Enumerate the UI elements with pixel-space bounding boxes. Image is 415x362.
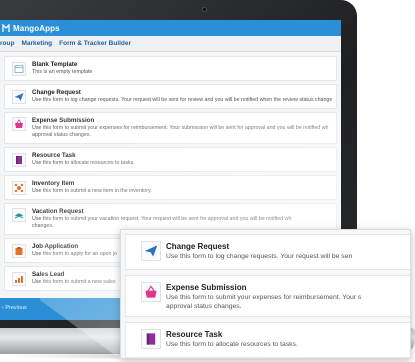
zoom-title: Resource Task: [166, 330, 223, 339]
blank-template-icon: [12, 61, 26, 76]
menu-item-marketing[interactable]: Marketing: [21, 40, 52, 47]
template-item-blank[interactable]: Blank Template This is an empty template: [4, 56, 337, 81]
template-desc: Use this form to allocate resources to t…: [32, 160, 135, 166]
template-title: Job Application: [32, 243, 79, 250]
resource-task-icon: [141, 329, 161, 349]
resource-task-icon: [12, 152, 26, 167]
basket-icon: [12, 117, 26, 131]
basket-icon: [141, 282, 161, 302]
template-desc: Use this form to log change requests. Yo…: [32, 97, 333, 103]
job-application-icon: [12, 243, 26, 258]
zoom-desc: Use this form to log change requests. Yo…: [166, 253, 353, 260]
previous-button[interactable]: ‹ Previous: [2, 305, 27, 311]
template-title: Change Request: [32, 89, 81, 96]
template-desc: Use this form to submit a new item in th…: [32, 188, 152, 194]
template-desc: Use this form to submit a new sales: [32, 279, 116, 285]
inventory-icon: [12, 180, 26, 195]
zoom-item-resource-task[interactable]: Resource Task Use this form to allocate …: [125, 322, 410, 358]
paper-plane-icon: [141, 241, 161, 261]
menu-item-group[interactable]: roup: [0, 40, 14, 47]
template-item-inventory[interactable]: Inventory Item Use this form to submit a…: [4, 175, 337, 200]
template-item-resource-task[interactable]: Resource Task Use this form to allocate …: [4, 147, 337, 172]
app-title: MangoApps: [13, 23, 60, 33]
zoom-title: Change Request: [166, 242, 230, 251]
template-title: Resource Task: [32, 152, 76, 159]
camera-icon: [202, 7, 207, 12]
template-desc-continued: approval status changes.: [32, 132, 91, 138]
vacation-icon: [12, 208, 26, 222]
menu-bar: roup Marketing Form & Tracker Builder: [0, 36, 341, 52]
zoom-item-expense-submission[interactable]: Expense Submission Use this form to subm…: [125, 275, 410, 317]
template-title: Vacation Request: [32, 208, 84, 215]
app-header: MangoApps: [0, 20, 341, 36]
template-title: Sales Lead: [32, 271, 65, 278]
zoom-title: Expense Submission: [166, 283, 247, 292]
zoom-desc: Use this form to submit your expenses fo…: [166, 294, 362, 301]
mangoapps-logo-icon: [2, 23, 10, 32]
zoom-panel: Change Request Use this form to log chan…: [120, 229, 411, 359]
template-item-change-request[interactable]: Change Request Use this form to log chan…: [4, 84, 337, 109]
menu-item-form-tracker-builder[interactable]: Form & Tracker Builder: [59, 40, 131, 47]
zoom-desc: Use this form to allocate resources to t…: [166, 341, 298, 348]
template-desc: Use this form to submit your expenses fo…: [32, 125, 329, 131]
template-title: Blank Template: [32, 61, 78, 68]
zoom-desc-continued: approval status changes.: [166, 303, 242, 310]
paper-plane-icon: [12, 89, 26, 104]
zoom-item-change-request[interactable]: Change Request Use this form to log chan…: [125, 234, 410, 270]
template-title: Expense Submission: [32, 117, 95, 124]
template-desc: Use this form to apply for an open jo: [32, 251, 118, 257]
template-item-expense-submission[interactable]: Expense Submission Use this form to subm…: [4, 112, 337, 144]
sales-lead-icon: [12, 271, 26, 286]
template-desc: Use this form to submit your vacation re…: [32, 216, 292, 222]
template-desc: This is an empty template: [32, 69, 93, 75]
template-title: Inventory Item: [32, 180, 75, 187]
